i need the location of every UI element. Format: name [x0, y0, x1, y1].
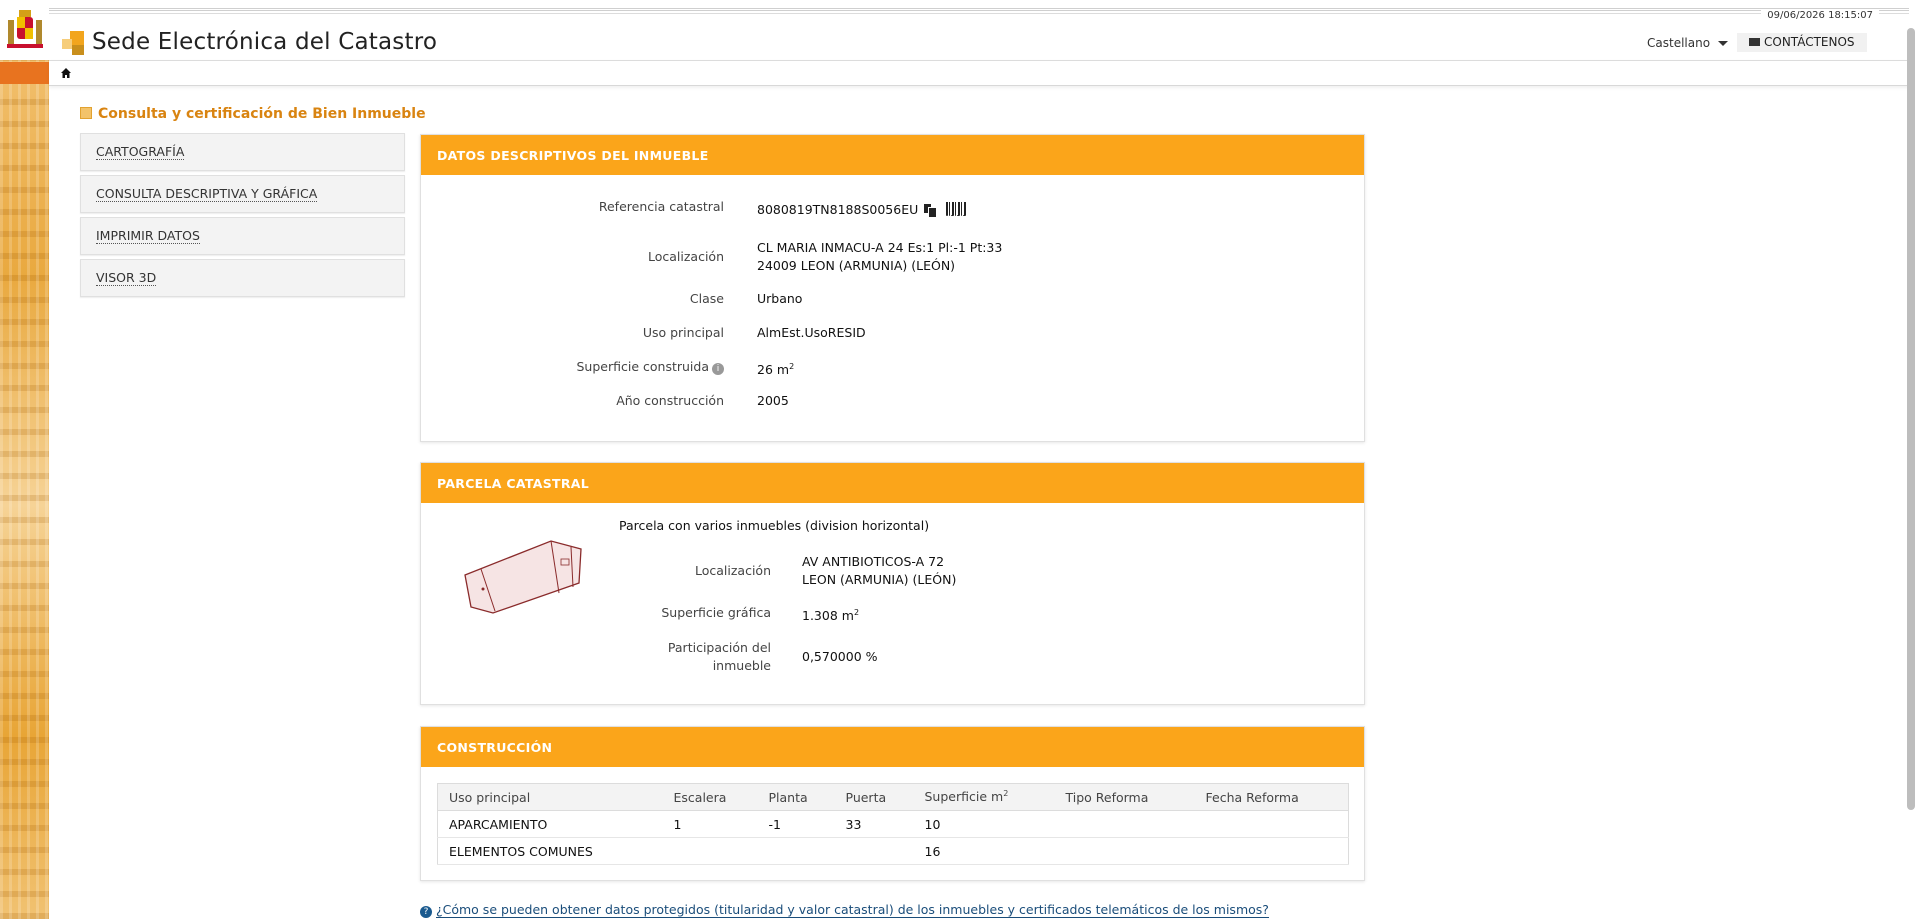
menu-item-label[interactable]: IMPRIMIR DATOS	[96, 228, 200, 244]
column-header: Puerta	[834, 783, 914, 811]
referencia-text: 8080819TN8188S0056EU	[757, 202, 919, 217]
table-cell: -1	[757, 810, 835, 838]
table-cell	[1054, 810, 1195, 838]
menu-item-imprimir-datos[interactable]: IMPRIMIR DATOS	[80, 217, 405, 255]
localizacion-label: Localización	[647, 249, 724, 264]
header-top-line	[49, 8, 1909, 11]
superficie-grafica-label: Superficie gráfica	[661, 605, 771, 620]
menu-item-visor-3d[interactable]: VISOR 3D	[80, 259, 405, 297]
contact-button[interactable]: CONTÁCTENOS	[1737, 33, 1867, 52]
superficie-construida-label: Superficie construida i	[576, 359, 724, 375]
site-title[interactable]: Sede Electrónica del Catastro	[92, 29, 437, 55]
anio-construccion-value: 2005	[757, 393, 789, 408]
strip-orange-tab	[0, 62, 49, 84]
copy-icon[interactable]	[924, 204, 938, 218]
parcela-description: Parcela con varios inmuebles (division h…	[619, 518, 930, 533]
panel-title: DATOS DESCRIPTIVOS DEL INMUEBLE	[421, 135, 1364, 175]
participacion-value: 0,570000 %	[802, 649, 878, 664]
table-header-row: Uso principal Escalera Planta Puerta Sup…	[437, 783, 1349, 811]
table-cell	[1194, 837, 1349, 865]
vertical-scrollbar[interactable]	[1907, 28, 1915, 810]
referencia-label: Referencia catastral	[598, 199, 724, 214]
table-cell	[757, 837, 835, 865]
table-cell: 33	[834, 810, 914, 838]
parcela-localizacion-value: AV ANTIBIOTICOS-A 72 LEON (ARMUNIA) (LEÓ…	[802, 553, 956, 589]
table-cell	[1194, 810, 1349, 838]
table-cell	[1054, 837, 1195, 865]
unit-superscript: 2	[789, 362, 795, 371]
page-title-text: Consulta y certificación de Bien Inmuebl…	[98, 106, 426, 122]
table-cell: 1	[662, 810, 758, 838]
parcela-localizacion-label: Localización	[694, 563, 771, 578]
page-title: Consulta y certificación de Bien Inmuebl…	[80, 106, 426, 122]
datetime-display: 09/06/2026 18:15:07	[1761, 10, 1879, 21]
table-row: APARCAMIENTO 1 -1 33 10	[437, 810, 1349, 838]
info-icon[interactable]: i	[712, 363, 724, 375]
spain-coat-of-arms-icon[interactable]	[6, 8, 44, 52]
parcela-localizacion-line-1: AV ANTIBIOTICOS-A 72	[802, 554, 945, 569]
referencia-value: 8080819TN8188S0056EU	[757, 201, 938, 219]
superficie-grafica-value: 1.308 m2	[802, 604, 859, 625]
language-selector[interactable]: Castellano	[1647, 36, 1710, 50]
decorative-side-strip	[0, 0, 49, 919]
help-link[interactable]: ? ¿Cómo se pueden obtener datos protegido…	[420, 902, 1269, 918]
panel-title: PARCELA CATASTRAL	[421, 463, 1364, 503]
column-header: Fecha Reforma	[1194, 783, 1349, 811]
localizacion-value: CL MARIA INMACU-A 24 Es:1 Pl:-1 Pt:33 24…	[757, 239, 1002, 275]
table-cell	[834, 837, 914, 865]
uso-principal-value: AlmEst.UsoRESID	[757, 325, 866, 340]
participacion-label-line-1: Participación del	[667, 640, 771, 655]
participacion-label: Participación del inmueble	[668, 639, 771, 675]
superficie-grafica-text: 1.308 m	[802, 608, 854, 624]
table-cell: ELEMENTOS COMUNES	[437, 837, 663, 865]
table-cell	[662, 837, 758, 865]
clase-label: Clase	[689, 291, 724, 306]
barcode-icon[interactable]	[946, 202, 966, 216]
table-cell: 10	[913, 810, 1055, 838]
navigation-bar	[49, 60, 1909, 86]
table-cell: 16	[913, 837, 1055, 865]
parcel-map-thumbnail[interactable]	[461, 535, 591, 619]
parcela-localizacion-line-2: LEON (ARMUNIA) (LEÓN)	[802, 572, 957, 587]
participacion-label-line-2: inmueble	[712, 658, 771, 673]
unit-superscript: 2	[853, 608, 860, 617]
side-menu: CARTOGRAFÍA CONSULTA DESCRIPTIVA Y GRÁFI…	[80, 133, 405, 301]
construccion-table: Uso principal Escalera Planta Puerta Sup…	[437, 783, 1349, 865]
datos-descriptivos-panel: DATOS DESCRIPTIVOS DEL INMUEBLE Referenc…	[420, 134, 1365, 442]
table-row: ELEMENTOS COMUNES 16	[437, 837, 1349, 865]
clase-value: Urbano	[757, 291, 803, 306]
superficie-construida-value: 26 m2	[757, 358, 794, 379]
chevron-down-icon[interactable]	[1718, 41, 1728, 46]
parcela-catastral-panel: PARCELA CATASTRAL Parcela con varios inm…	[420, 462, 1365, 705]
menu-item-label[interactable]: CARTOGRAFÍA	[96, 144, 185, 160]
column-header: Uso principal	[437, 783, 663, 811]
construccion-panel: CONSTRUCCIÓN Uso principal Escalera Plan…	[420, 726, 1365, 881]
column-header: Escalera	[662, 783, 758, 811]
column-header: Tipo Reforma	[1054, 783, 1195, 811]
superficie-label-text: Superficie construida	[576, 359, 710, 374]
localizacion-line-2: 24009 LEON (ARMUNIA) (LEÓN)	[757, 258, 956, 273]
menu-item-cartografia[interactable]: CARTOGRAFÍA	[80, 133, 405, 171]
column-header-text: Superficie m	[924, 789, 1004, 805]
catastro-logo-icon[interactable]	[62, 31, 86, 55]
menu-item-label[interactable]: VISOR 3D	[96, 270, 157, 286]
unit-superscript: 2	[1003, 789, 1009, 799]
home-icon[interactable]	[60, 67, 72, 79]
mail-icon	[1749, 38, 1760, 46]
contact-label: CONTÁCTENOS	[1764, 35, 1855, 49]
column-header-superficie: Superficie m2	[913, 783, 1055, 811]
help-link-text[interactable]: ¿Cómo se pueden obtener datos protegidos…	[436, 902, 1269, 918]
question-icon: ?	[420, 906, 432, 918]
header-top-line-2	[49, 13, 1909, 14]
superficie-value-text: 26 m	[757, 362, 790, 378]
anio-construccion-label: Año construcción	[616, 393, 724, 408]
panel-title: CONSTRUCCIÓN	[421, 727, 1364, 767]
table-cell: APARCAMIENTO	[437, 810, 663, 838]
uso-principal-label: Uso principal	[642, 325, 724, 340]
menu-item-label[interactable]: CONSULTA DESCRIPTIVA Y GRÁFICA	[96, 186, 318, 202]
column-header: Planta	[757, 783, 835, 811]
menu-item-consulta-descriptiva[interactable]: CONSULTA DESCRIPTIVA Y GRÁFICA	[80, 175, 405, 213]
localizacion-line-1: CL MARIA INMACU-A 24 Es:1 Pl:-1 Pt:33	[757, 240, 1003, 255]
heading-square-icon	[80, 107, 92, 119]
